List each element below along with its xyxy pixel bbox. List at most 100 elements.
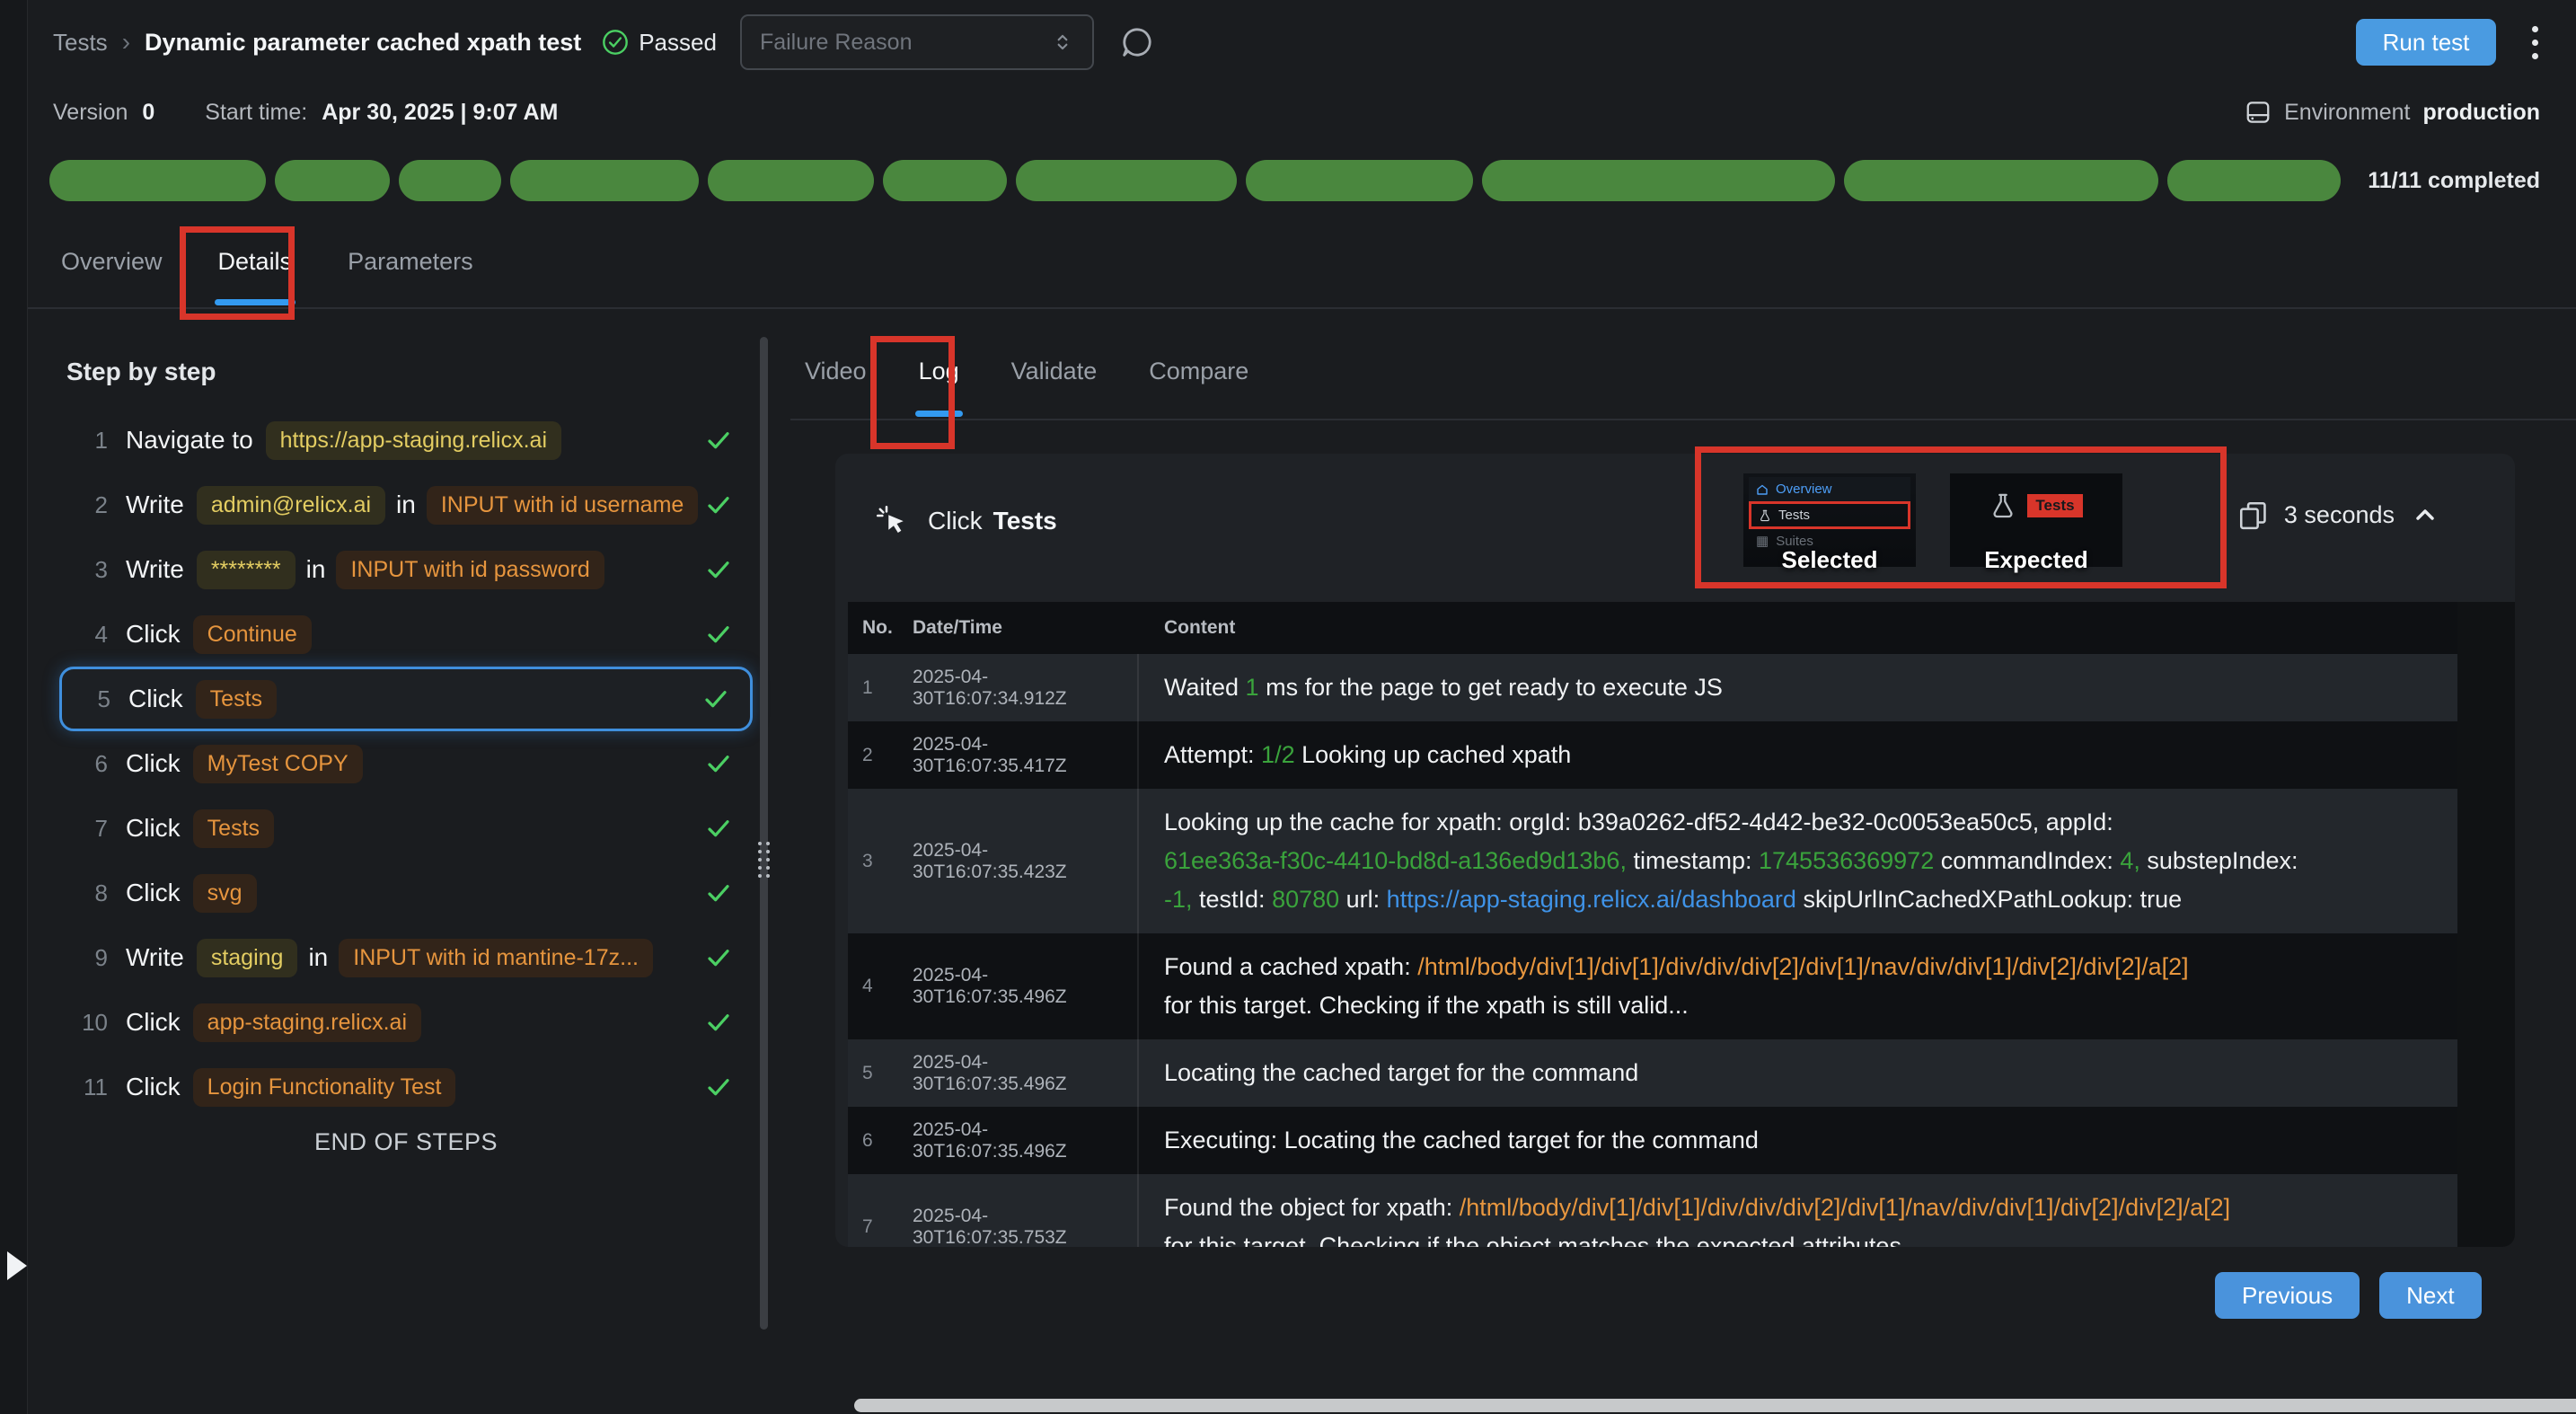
step-target: https://app-staging.relicx.ai — [266, 421, 561, 460]
step-row[interactable]: 4 Click Continue — [59, 602, 753, 667]
step-target: Tests — [193, 809, 274, 848]
progress-segment — [49, 160, 266, 201]
log-value-green: 1/2 — [1261, 741, 1295, 768]
tab-log[interactable]: Log — [912, 352, 966, 419]
log-row[interactable]: 1 2025-04-30T16:07:34.912Z Waited 1 ms f… — [848, 654, 2457, 721]
step-action: Write — [126, 943, 184, 972]
log-row-timestamp: 2025-04-30T16:07:35.417Z — [913, 721, 1139, 789]
step-target-chip: Login Functionality Test — [193, 1068, 456, 1107]
resizer-grip-icon[interactable] — [755, 842, 772, 878]
log-text: commandIndex: — [1934, 847, 2120, 874]
step-row[interactable]: 6 Click MyTest COPY — [59, 731, 753, 796]
tab-details[interactable]: Details — [211, 243, 300, 307]
log-text: Waited — [1164, 674, 1246, 701]
expand-sidebar-arrow-icon[interactable] — [7, 1251, 27, 1280]
log-row-number: 3 — [848, 789, 913, 933]
log-text: url: — [1339, 886, 1387, 913]
tab-validate[interactable]: Validate — [1004, 352, 1105, 419]
step-number: 3 — [70, 556, 108, 584]
log-text: Looking up the cache for xpath: orgId: b… — [1164, 809, 2113, 835]
log-row[interactable]: 3 2025-04-30T16:07:35.423Z Looking up th… — [848, 789, 2457, 933]
progress-segment — [1246, 160, 1473, 201]
mini-nav-tests: Tests — [1749, 501, 1910, 529]
tab-overview[interactable]: Overview — [54, 243, 170, 307]
log-row[interactable]: 4 2025-04-30T16:07:35.496Z Found a cache… — [848, 933, 2457, 1039]
mini-nav-tests-label: Tests — [1778, 508, 1810, 523]
flask-icon — [1989, 492, 2016, 519]
copy-icon[interactable] — [2237, 499, 2268, 530]
log-value-green: 1745536369972 — [1759, 847, 1934, 874]
log-row[interactable]: 2 2025-04-30T16:07:35.417Z Attempt: 1/2 … — [848, 721, 2457, 789]
log-text: Found a cached xpath: — [1164, 953, 1417, 980]
log-rows: 1 2025-04-30T16:07:34.912Z Waited 1 ms f… — [848, 654, 2457, 1247]
step-row[interactable]: 1 Navigate to https://app-staging.relicx… — [59, 408, 753, 473]
log-row-content: Found the object for xpath: /html/body/d… — [1139, 1174, 2457, 1247]
step-action: Click — [128, 685, 183, 713]
step-success-check-icon — [704, 814, 733, 843]
environment-icon — [2245, 99, 2272, 126]
tab-compare[interactable]: Compare — [1142, 352, 1256, 419]
step-action: Click — [126, 879, 181, 907]
log-row-number: 2 — [848, 721, 913, 789]
log-value-blue[interactable]: https://app-staging.relicx.ai/dashboard — [1387, 886, 1796, 913]
expected-screenshot-thumbnail[interactable]: Tests Expected — [1950, 473, 2122, 567]
log-row[interactable]: 7 2025-04-30T16:07:35.753Z Found the obj… — [848, 1174, 2457, 1247]
start-time-label: Start time: — [205, 100, 307, 126]
step-row[interactable]: 10 Click app-staging.relicx.ai — [59, 990, 753, 1055]
progress-bar: 11/11 completed — [49, 160, 2540, 201]
next-step-button[interactable]: Next — [2379, 1272, 2481, 1319]
detail-tabs: Video Log Validate Compare — [798, 352, 1256, 419]
step-success-check-icon — [704, 620, 733, 649]
step-target-chip: Tests — [193, 809, 274, 848]
log-text: for this target. Checking if the xpath i… — [1164, 992, 1689, 1019]
step-number: 7 — [70, 815, 108, 843]
log-row-number: 7 — [848, 1174, 913, 1247]
panel-resizer-scrollbar[interactable] — [760, 337, 768, 1330]
step-row[interactable]: 11 Click Login Functionality Test — [59, 1055, 753, 1119]
detail-tabs-divider — [790, 419, 2576, 420]
environment-value: production — [2422, 100, 2540, 126]
failure-reason-select[interactable]: Failure Reason — [740, 14, 1094, 70]
step-action: Click — [126, 814, 181, 843]
step-success-check-icon — [701, 685, 730, 713]
step-target: app-staging.relicx.ai — [193, 1003, 421, 1042]
expected-body: Tests — [1950, 473, 2122, 538]
step-connector-text: in — [396, 490, 416, 519]
step-action: Write — [126, 555, 184, 584]
tab-video[interactable]: Video — [798, 352, 874, 419]
log-row[interactable]: 5 2025-04-30T16:07:35.496Z Locating the … — [848, 1039, 2457, 1107]
log-row[interactable]: 6 2025-04-30T16:07:35.496Z Executing: Lo… — [848, 1107, 2457, 1174]
step-success-check-icon — [704, 1008, 733, 1037]
table-scroll-gutter[interactable] — [2457, 602, 2515, 1247]
end-of-steps-label: END OF STEPS — [59, 1128, 753, 1156]
log-row-timestamp: 2025-04-30T16:07:35.753Z — [913, 1174, 1139, 1247]
step-success-check-icon — [704, 555, 733, 584]
step-row[interactable]: 2 Write admin@relicx.aiinINPUT with id u… — [59, 473, 753, 537]
run-test-button[interactable]: Run test — [2356, 19, 2496, 66]
main-tabs: Overview Details Parameters — [54, 243, 481, 307]
log-row-content: Attempt: 1/2 Looking up cached xpath — [1139, 721, 2457, 789]
previous-step-button[interactable]: Previous — [2215, 1272, 2360, 1319]
log-text: Looking up cached xpath — [1295, 741, 1572, 768]
collapse-chevron-icon[interactable] — [2411, 500, 2439, 529]
log-text: timestamp: — [1627, 847, 1759, 874]
home-icon — [1756, 483, 1769, 496]
step-row[interactable]: 3 Write ********inINPUT with id password — [59, 537, 753, 602]
comment-bubble-icon[interactable] — [1119, 24, 1155, 60]
progress-caption: 11/11 completed — [2368, 168, 2540, 194]
step-target-chip: ******** — [197, 551, 296, 589]
horizontal-scrollbar[interactable] — [854, 1399, 2576, 1412]
breadcrumb-tests-link[interactable]: Tests — [53, 29, 108, 57]
log-row-content: Locating the cached target for the comma… — [1139, 1039, 2457, 1107]
step-row[interactable]: 7 Click Tests — [59, 796, 753, 861]
selected-screenshot-thumbnail[interactable]: Overview Tests ▦ Suites Selected — [1743, 473, 1916, 567]
step-number: 9 — [70, 944, 108, 972]
tab-parameters[interactable]: Parameters — [340, 243, 481, 307]
more-options-kebab-icon[interactable] — [2527, 21, 2544, 65]
column-datetime: Date/Time — [913, 617, 1139, 639]
step-row[interactable]: 9 Write staginginINPUT with id mantine-1… — [59, 925, 753, 990]
step-row[interactable]: 5 Click Tests — [59, 667, 753, 731]
environment-badge: Environment production — [2245, 99, 2540, 126]
step-row[interactable]: 8 Click svg — [59, 861, 753, 925]
progress-segment — [1844, 160, 2159, 201]
